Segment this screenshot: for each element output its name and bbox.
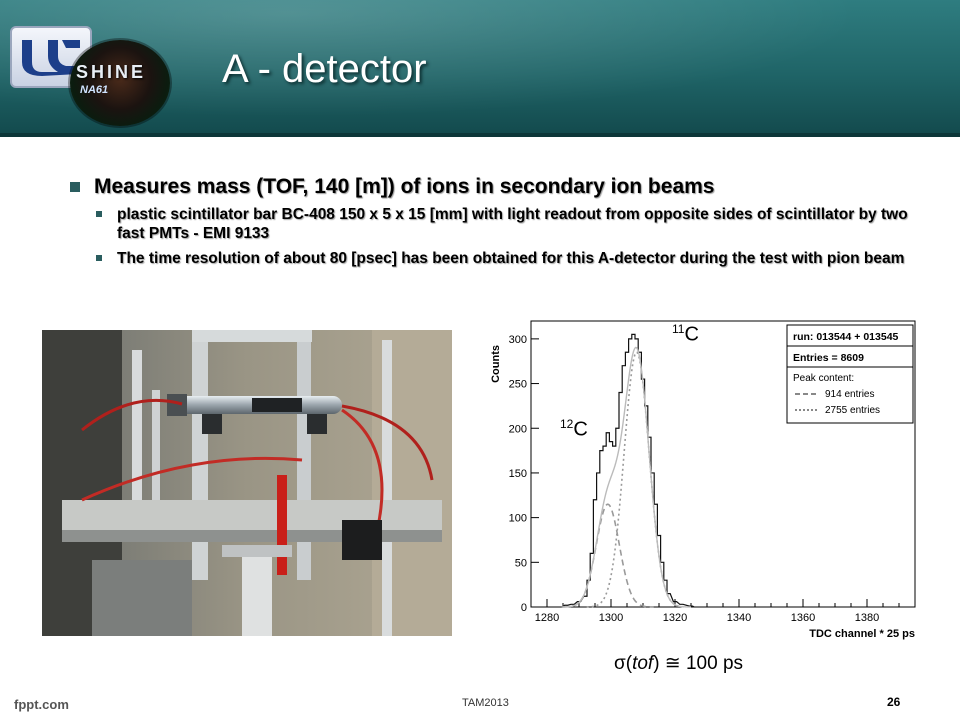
- y-tick-label: 0: [521, 602, 527, 614]
- square-bullet-icon: [96, 255, 102, 261]
- detector-photo-illustration: [42, 330, 452, 636]
- bullet-main: Measures mass (TOF, 140 [m]) of ions in …: [70, 175, 910, 199]
- bullet-main-text: Measures mass (TOF, 140 [m]) of ions in …: [94, 175, 715, 198]
- x-axis-label: TDC channel * 25 ps: [809, 628, 915, 640]
- sub-bullet-text: The time resolution of about 80 [psec] h…: [117, 250, 905, 267]
- sub-bullet-list: plastic scintillator bar BC-408 150 x 5 …: [96, 205, 910, 268]
- x-tick-label: 1320: [663, 612, 687, 624]
- c12-label: 12C: [560, 417, 588, 442]
- bullet-item: Measures mass (TOF, 140 [m]) of ions in …: [70, 175, 910, 268]
- c11-symbol: C: [684, 323, 699, 346]
- sigma-prefix: σ(: [614, 653, 633, 674]
- plot-legend: run: 013544 + 013545 Entries = 8609 Peak c…: [786, 324, 914, 424]
- y-tick-label: 250: [509, 379, 527, 391]
- shine-logo: SHINE NA61: [70, 40, 170, 126]
- footer-brand: fppt.com: [14, 697, 69, 712]
- y-tick-label: 150: [509, 468, 527, 480]
- x-tick-label: 1340: [727, 612, 751, 624]
- y-tick-label: 100: [509, 513, 527, 525]
- c12-mass-number: 12: [560, 417, 574, 431]
- y-tick-label: 50: [515, 557, 527, 569]
- tof-histogram-plot: 1280 1300 1320 1340 1360 1380 0 50 100 150 200 250 3…: [487, 307, 933, 642]
- sigma-tof: tof: [632, 653, 654, 674]
- banner-rule: [0, 133, 960, 137]
- square-bullet-icon: [96, 211, 102, 217]
- c12-symbol: C: [573, 418, 588, 441]
- sub-bullet-text: plastic scintillator bar BC-408 150 x 5 …: [117, 206, 908, 242]
- c11-label: 11C: [672, 322, 699, 347]
- tof-histogram-svg: 1280 1300 1320 1340 1360 1380 0 50 100 150 200 250 3…: [490, 320, 916, 640]
- x-tick-label: 1300: [599, 612, 623, 624]
- legend-run: run: 013544 + 013545: [793, 331, 899, 343]
- legend-peak-label: 2755 entries: [825, 405, 880, 416]
- shine-logo-text: SHINE: [76, 62, 147, 82]
- page-number: 26: [887, 695, 901, 709]
- legend-peak-header: Peak content:: [793, 373, 854, 384]
- sub-bullet-item: The time resolution of about 80 [psec] h…: [96, 249, 910, 268]
- detector-photo: [42, 330, 452, 636]
- bullet-list: Measures mass (TOF, 140 [m]) of ions in …: [70, 175, 910, 274]
- x-tick-label: 1360: [791, 612, 815, 624]
- y-tick-label: 300: [509, 334, 527, 346]
- y-axis-label: Counts: [490, 345, 502, 383]
- time-resolution-label: σ(tof) ≅ 100 ps: [614, 652, 743, 675]
- slide-title: A - detector: [222, 47, 427, 91]
- x-tick-label: 1280: [535, 612, 559, 624]
- legend-peak-label: 914 entries: [825, 389, 874, 400]
- x-tick-label: 1380: [855, 612, 879, 624]
- legend-entries: Entries = 8609: [793, 352, 864, 364]
- y-tick-label: 200: [509, 423, 527, 435]
- square-bullet-icon: [70, 182, 80, 192]
- sub-bullet-item: plastic scintillator bar BC-408 150 x 5 …: [96, 205, 910, 243]
- c11-mass-number: 11: [672, 322, 685, 336]
- sigma-suffix: ) ≅ 100 ps: [653, 653, 744, 674]
- na61-logo-text: NA61: [80, 84, 109, 96]
- footer-event: TAM2013: [462, 697, 509, 709]
